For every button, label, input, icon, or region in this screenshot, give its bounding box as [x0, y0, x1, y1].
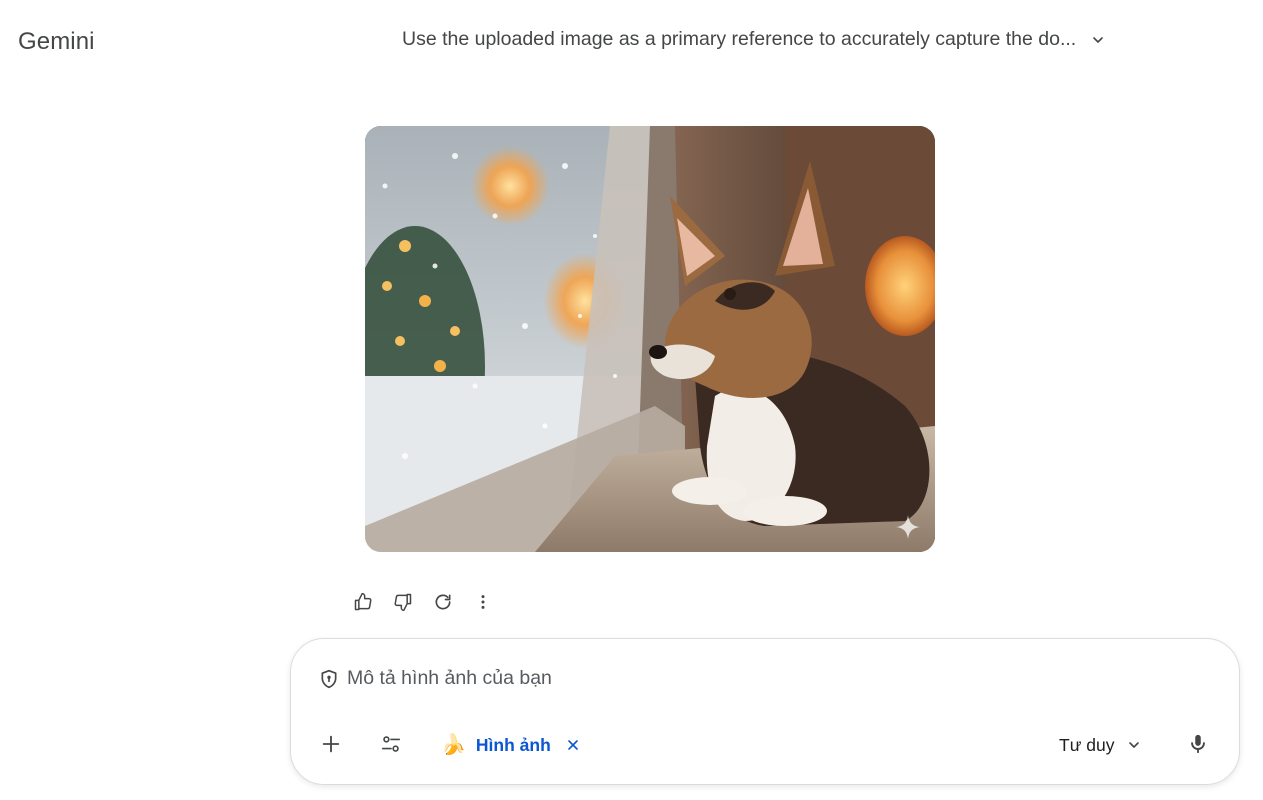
tools-button[interactable]	[371, 724, 411, 764]
regenerate-button[interactable]	[425, 584, 461, 620]
thumbs-up-button[interactable]	[345, 584, 381, 620]
chevron-down-icon	[1129, 742, 1140, 748]
generated-image[interactable]	[365, 126, 935, 552]
brand-logo[interactable]: Gemini	[18, 28, 95, 56]
conversation-title-dropdown[interactable]: Use the uploaded image as a primary refe…	[402, 28, 1106, 51]
remove-tool-button[interactable]	[563, 735, 583, 755]
thumbs-up-icon	[354, 592, 372, 611]
tune-icon	[381, 736, 401, 752]
shield-icon	[321, 669, 337, 688]
chevron-down-icon	[1093, 36, 1104, 43]
microphone-icon	[1191, 734, 1205, 754]
mode-selector[interactable]: Tư duy	[1059, 727, 1142, 763]
microphone-button[interactable]	[1178, 724, 1218, 764]
image-tool-label: Hình ảnh	[475, 734, 551, 755]
sparkle-icon	[896, 515, 920, 539]
more-options-button[interactable]	[465, 584, 501, 620]
thumbs-down-button[interactable]	[385, 584, 421, 620]
banana-icon: 🍌	[441, 734, 466, 756]
thumbs-down-icon	[394, 593, 412, 612]
prompt-placeholder: Mô tả hình ảnh của bạn	[347, 667, 552, 689]
mode-label: Tư duy	[1059, 734, 1115, 755]
close-icon	[567, 740, 578, 750]
corgi-window-picture	[365, 126, 935, 552]
add-attachment-button[interactable]	[311, 724, 351, 764]
more-vert-icon	[481, 595, 485, 609]
prompt-input[interactable]: Mô tả hình ảnh của bạn	[319, 667, 552, 690]
plus-icon	[322, 735, 340, 753]
response-actions	[345, 584, 501, 620]
prompt-composer: Mô tả hình ảnh của bạn 🍌 Hình ảnh Tư duy	[290, 638, 1240, 785]
image-tool-chip[interactable]: 🍌 Hình ảnh	[431, 727, 589, 763]
regenerate-icon	[435, 594, 451, 610]
conversation-title: Use the uploaded image as a primary refe…	[402, 28, 1077, 50]
gemini-app: Gemini Use the uploaded image as a prima…	[0, 0, 1263, 800]
